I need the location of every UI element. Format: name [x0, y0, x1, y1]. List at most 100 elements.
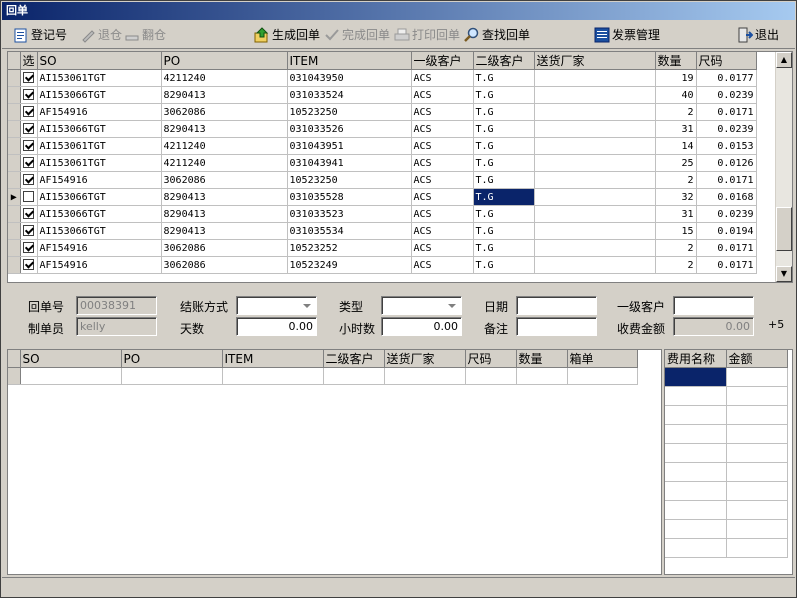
cell-so[interactable]: AI153061TGT: [37, 69, 162, 87]
cell-item[interactable]: 031043950: [287, 69, 412, 87]
select-cell[interactable]: [20, 205, 38, 223]
cell-vendor[interactable]: [534, 103, 656, 121]
cell-c1[interactable]: ACS: [411, 103, 474, 121]
cell-item[interactable]: 031033524: [287, 86, 412, 104]
table-row[interactable]: AI153061TGT 4211240 031043950 ACS T.G 19 0.017…: [8, 69, 757, 87]
table-row[interactable]: AI153066TGT 8290413 031033526 ACS T.G 31 0.023…: [8, 120, 757, 138]
table-row[interactable]: AF154916 3062086 10523250 ACS T.G 2 0.0171: [8, 103, 757, 121]
cell-po[interactable]: 8290413: [161, 205, 288, 223]
cell-so[interactable]: AI153061TGT: [37, 154, 162, 172]
print-receipt-button[interactable]: 打印回单: [394, 26, 460, 44]
fees-grid[interactable]: 费用名称 金额: [664, 349, 793, 575]
details-col-qty[interactable]: 数量: [516, 350, 568, 368]
cell-c2[interactable]: T.G: [473, 222, 535, 240]
row-checkbox[interactable]: [23, 259, 34, 271]
details-col-so[interactable]: SO: [20, 350, 122, 368]
row-checkbox[interactable]: [23, 208, 34, 220]
cell-c2[interactable]: T.G: [473, 256, 535, 274]
fees-cell[interactable]: [665, 538, 727, 558]
cell-vendor[interactable]: [534, 154, 656, 172]
cell-size[interactable]: 0.0126: [696, 154, 757, 172]
flip-warehouse-button[interactable]: 翻仓: [124, 26, 166, 44]
row-checkbox[interactable]: [23, 242, 34, 254]
fees-cell[interactable]: [665, 367, 727, 387]
cell-c1[interactable]: ACS: [411, 120, 474, 138]
cell-item[interactable]: 031035528: [287, 188, 412, 206]
items-grid[interactable]: 选 SO PO ITEM 一级客户 二级客户 送货厂家 数量 尺码 AI1530…: [7, 51, 793, 283]
col-qty[interactable]: 数量: [655, 52, 697, 70]
cell-qty[interactable]: 31: [655, 205, 697, 223]
cell-qty[interactable]: 2: [655, 239, 697, 257]
items-vertical-scrollbar[interactable]: ▲ ▼: [775, 52, 792, 282]
cell-c1[interactable]: ACS: [411, 86, 474, 104]
fees-col-amount[interactable]: 金额: [726, 350, 788, 368]
details-cell[interactable]: [384, 367, 466, 385]
days-field[interactable]: 0.00: [236, 317, 317, 336]
cell-item[interactable]: 10523250: [287, 103, 412, 121]
table-row[interactable]: AI153066TGT 8290413 031035534 ACS T.G 15 0.019…: [8, 222, 757, 240]
scroll-down-arrow-icon[interactable]: ▼: [776, 266, 792, 282]
cell-item[interactable]: 031033523: [287, 205, 412, 223]
select-cell[interactable]: [20, 239, 38, 257]
select-cell[interactable]: [20, 171, 38, 189]
select-cell[interactable]: [20, 188, 38, 206]
cell-vendor[interactable]: [534, 205, 656, 223]
fees-cell[interactable]: [665, 519, 727, 539]
fees-cell[interactable]: [665, 443, 727, 463]
details-col-vendor[interactable]: 送货厂家: [384, 350, 466, 368]
details-col-size[interactable]: 尺码: [465, 350, 517, 368]
table-row[interactable]: AF154916 3062086 10523250 ACS T.G 2 0.0171: [8, 171, 757, 189]
col-po[interactable]: PO: [161, 52, 288, 70]
fees-row[interactable]: [665, 443, 788, 463]
details-col-item[interactable]: ITEM: [222, 350, 324, 368]
cell-so[interactable]: AI153066TGT: [37, 86, 162, 104]
cell-so[interactable]: AF154916: [37, 239, 162, 257]
cell-c1[interactable]: ACS: [411, 137, 474, 155]
fees-row[interactable]: [665, 405, 788, 425]
fees-cell[interactable]: [665, 462, 727, 482]
col-size[interactable]: 尺码: [696, 52, 757, 70]
cell-vendor[interactable]: [534, 120, 656, 138]
cell-c2[interactable]: T.G: [473, 154, 535, 172]
cell-c2[interactable]: T.G: [473, 120, 535, 138]
select-cell[interactable]: [20, 222, 38, 240]
fees-cell[interactable]: [726, 367, 788, 387]
select-cell[interactable]: [20, 137, 38, 155]
hours-field[interactable]: 0.00: [381, 317, 462, 336]
fees-row[interactable]: [665, 424, 788, 444]
generate-receipt-button[interactable]: 生成回单: [254, 26, 320, 44]
fees-cell[interactable]: [726, 519, 788, 539]
type-dropdown[interactable]: [381, 296, 462, 315]
row-checkbox[interactable]: [23, 225, 34, 237]
fees-cell[interactable]: [665, 481, 727, 501]
fees-row[interactable]: [665, 386, 788, 406]
cell-vendor[interactable]: [534, 222, 656, 240]
cell-size[interactable]: 0.0171: [696, 256, 757, 274]
scroll-up-arrow-icon[interactable]: ▲: [776, 52, 792, 68]
cell-size[interactable]: 0.0153: [696, 137, 757, 155]
details-cell[interactable]: [121, 367, 223, 385]
cell-vendor[interactable]: [534, 188, 656, 206]
fees-row[interactable]: [665, 481, 788, 501]
cell-c1[interactable]: ACS: [411, 205, 474, 223]
remark-field[interactable]: [516, 317, 597, 336]
cell-so[interactable]: AI153066TGT: [37, 120, 162, 138]
fees-col-name[interactable]: 费用名称: [665, 350, 727, 368]
cell-po[interactable]: 8290413: [161, 120, 288, 138]
cell-size[interactable]: 0.0168: [696, 188, 757, 206]
cell-size[interactable]: 0.0171: [696, 239, 757, 257]
table-row[interactable]: AI153066TGT 8290413 031033524 ACS T.G 40 0.023…: [8, 86, 757, 104]
cell-po[interactable]: 8290413: [161, 222, 288, 240]
cell-vendor[interactable]: [534, 69, 656, 87]
fees-cell[interactable]: [726, 481, 788, 501]
col-select[interactable]: 选: [20, 52, 38, 70]
select-cell[interactable]: [20, 69, 38, 87]
cell-qty[interactable]: 2: [655, 103, 697, 121]
cell-c2[interactable]: T.G: [473, 239, 535, 257]
fees-cell[interactable]: [726, 538, 788, 558]
cell-item[interactable]: 031043951: [287, 137, 412, 155]
cell-qty[interactable]: 15: [655, 222, 697, 240]
details-col-packing[interactable]: 箱单: [567, 350, 638, 368]
cell-size[interactable]: 0.0239: [696, 120, 757, 138]
details-cell[interactable]: [323, 367, 385, 385]
